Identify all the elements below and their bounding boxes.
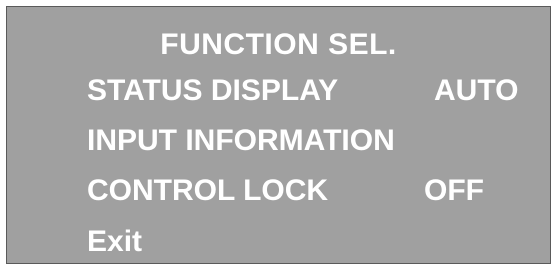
menu-item-exit[interactable]: Exit <box>87 222 550 262</box>
menu-title: FUNCTION SEL. <box>160 28 397 61</box>
menu-item-status-display[interactable]: STATUS DISPLAY AUTO <box>87 71 550 111</box>
menu-item-input-information[interactable]: INPUT INFORMATION <box>87 121 550 161</box>
menu-item-label: INPUT INFORMATION <box>87 124 395 157</box>
menu-item-label: CONTROL LOCK <box>87 174 329 207</box>
menu-item-control-lock[interactable]: CONTROL LOCK OFF <box>87 171 550 211</box>
menu-item-value: OFF <box>424 174 484 207</box>
menu-item-label: Exit <box>87 225 143 258</box>
function-select-menu: FUNCTION SEL. STATUS DISPLAY AUTO INPUT … <box>6 6 551 264</box>
menu-item-label: STATUS DISPLAY <box>87 74 339 107</box>
menu-item-value: AUTO <box>434 74 519 107</box>
